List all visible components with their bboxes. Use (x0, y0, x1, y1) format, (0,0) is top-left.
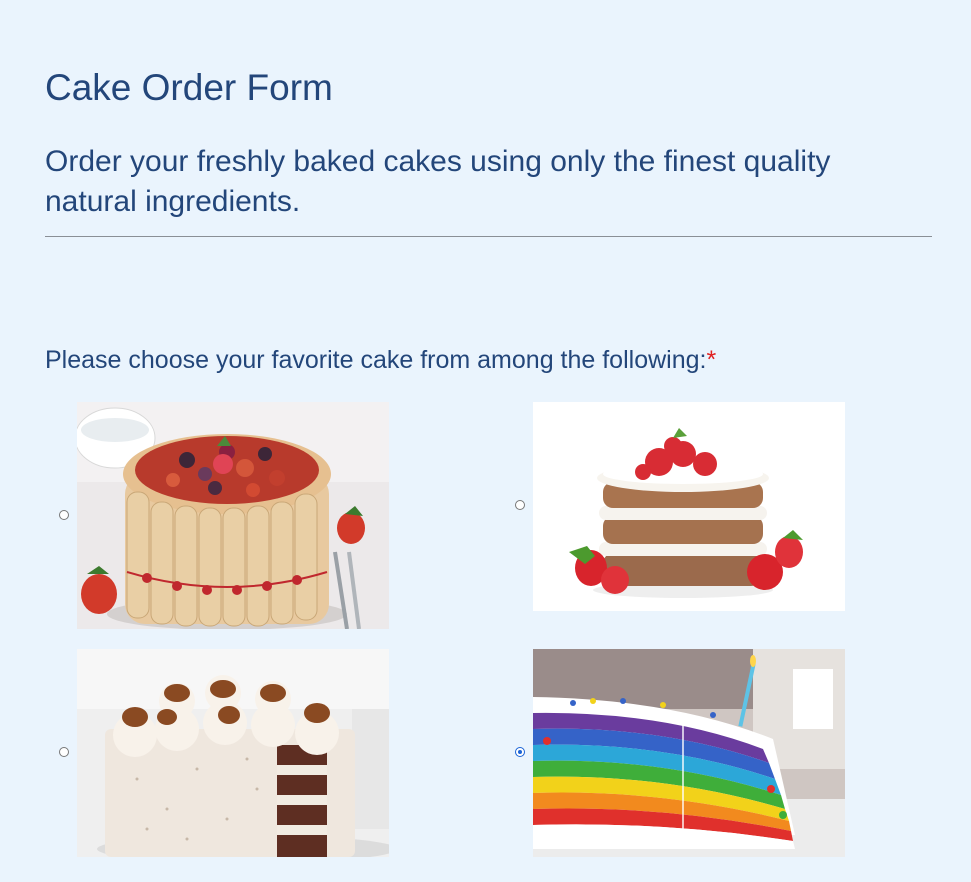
required-marker: * (706, 346, 717, 374)
berry-charlotte-cake-image[interactable] (77, 402, 389, 629)
question-label: Please choose your favorite cake from am… (45, 346, 707, 374)
form-title: Cake Order Form (45, 67, 333, 108)
radio-cake-2[interactable] (515, 500, 525, 510)
cream-caramel-cake-image[interactable] (77, 649, 389, 857)
radio-cake-3[interactable] (59, 747, 69, 757)
form-subtitle: Order your freshly baked cakes using onl… (45, 145, 831, 218)
header-divider (45, 236, 932, 237)
strawberry-layer-cake-image[interactable] (533, 402, 845, 611)
rainbow-cake-image[interactable] (533, 649, 845, 857)
radio-cake-4[interactable] (515, 747, 525, 757)
cake-choice-question: Please choose your favorite cake from am… (45, 344, 716, 376)
radio-cake-1[interactable] (59, 510, 69, 520)
